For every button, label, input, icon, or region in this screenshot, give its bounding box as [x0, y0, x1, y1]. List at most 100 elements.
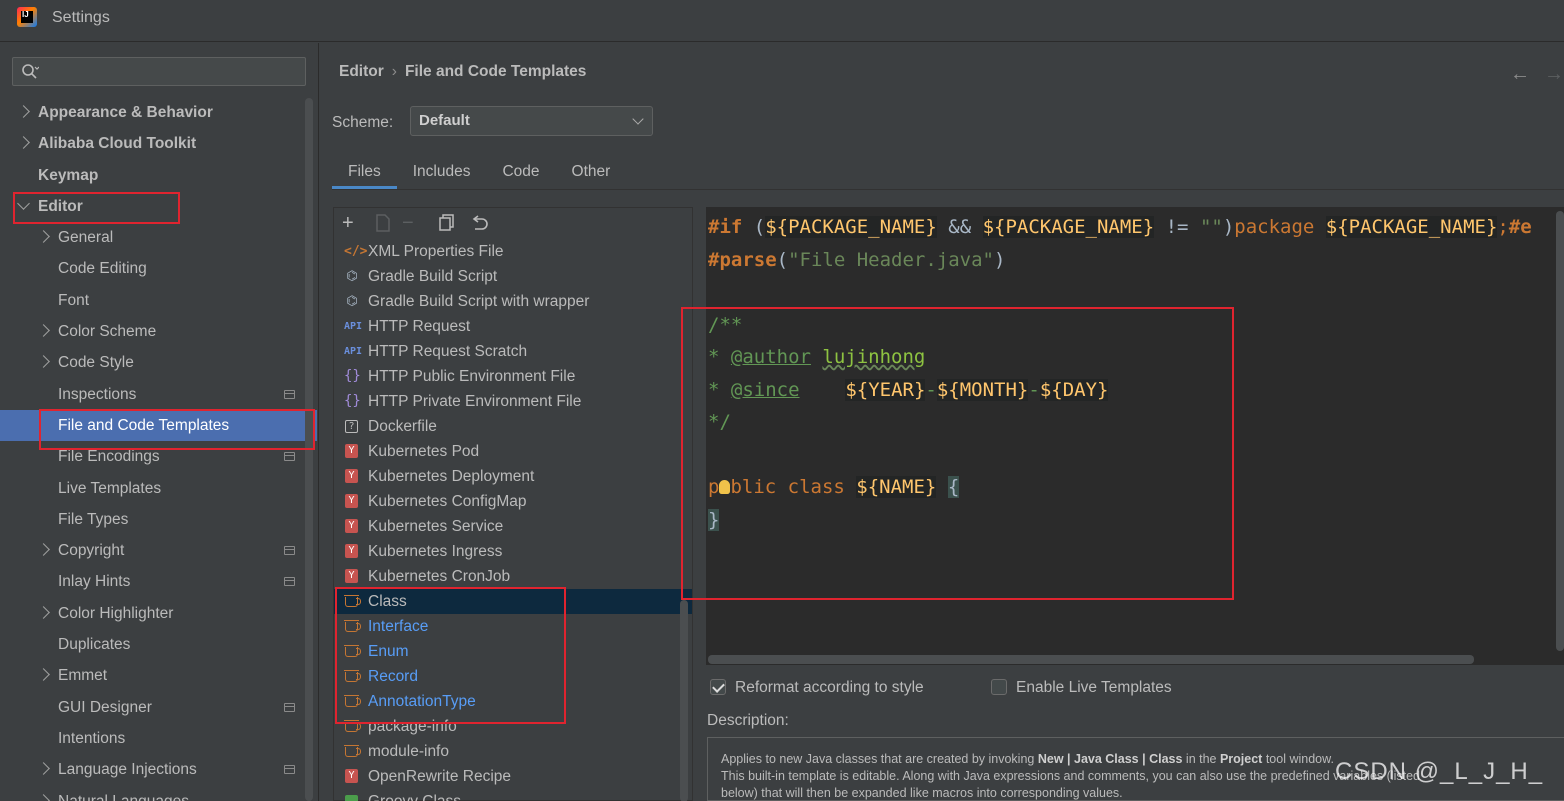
sidebar-item-font[interactable]: Font [0, 285, 317, 316]
sidebar-item-label: File Encodings [58, 448, 160, 466]
sidebar-item-appearance-behavior[interactable]: Appearance & Behavior [0, 97, 317, 128]
sidebar-item-editor[interactable]: Editor [0, 191, 317, 222]
sidebar-item-file-encodings[interactable]: File Encodings [0, 441, 317, 472]
sidebar-item-emmet[interactable]: Emmet [0, 660, 317, 691]
chevron-right-icon[interactable] [37, 230, 50, 244]
list-scrollbar[interactable] [680, 600, 688, 801]
java-icon [344, 644, 361, 659]
reformat-option[interactable]: Reformat according to style [710, 679, 924, 697]
template-item[interactable]: Groovy Class [334, 789, 692, 801]
template-item[interactable]: API HTTP Request [334, 314, 692, 339]
editor-vertical-scrollbar[interactable] [1556, 211, 1564, 651]
description-line-3: below) that will then be expanded like m… [721, 786, 1123, 800]
sidebar-item-inlay-hints[interactable]: Inlay Hints [0, 566, 317, 597]
template-item[interactable]: {} HTTP Public Environment File [334, 364, 692, 389]
template-item[interactable]: module-info [334, 739, 692, 764]
scheme-dropdown[interactable]: Default [410, 106, 653, 136]
forward-arrow-icon[interactable]: → [1544, 63, 1564, 85]
project-scope-icon [284, 702, 295, 712]
breadcrumb-parent[interactable]: Editor [339, 63, 384, 80]
tab-other[interactable]: Other [556, 157, 627, 189]
add-icon[interactable]: + [342, 213, 354, 233]
sidebar-item-label: Inspections [58, 385, 137, 403]
sidebar-item-live-templates[interactable]: Live Templates [0, 473, 317, 504]
chevron-right-icon[interactable] [37, 793, 50, 801]
template-item[interactable]: API HTTP Request Scratch [334, 339, 692, 364]
template-item[interactable]: {} HTTP Private Environment File [334, 389, 692, 414]
template-item[interactable]: Y OpenRewrite Recipe [334, 764, 692, 789]
chevron-right-icon[interactable] [37, 355, 50, 369]
template-item-label: Gradle Build Script with wrapper [368, 293, 590, 310]
template-item[interactable]: ? Dockerfile [334, 414, 692, 439]
template-item[interactable]: ⌬ Gradle Build Script [334, 264, 692, 289]
reformat-checkbox[interactable] [710, 679, 726, 695]
sidebar-item-code-style[interactable]: Code Style [0, 347, 317, 378]
template-item[interactable]: Enum [334, 639, 692, 664]
template-list: </> XML Properties File ⌬ Gradle Build Scri… [334, 239, 692, 801]
reset-icon[interactable] [470, 213, 488, 237]
add-child-icon[interactable] [374, 213, 392, 237]
kubernetes-icon: Y [345, 469, 358, 483]
breadcrumb-separator: › [391, 63, 397, 80]
editor-horizontal-scrollbar[interactable] [708, 655, 1474, 664]
template-editor[interactable]: #if (${PACKAGE_NAME} && ${PACKAGE_NAME} … [706, 207, 1564, 665]
sidebar-item-gui-designer[interactable]: GUI Designer [0, 692, 317, 723]
template-item[interactable]: Interface [334, 614, 692, 639]
sidebar-item-language-injections[interactable]: Language Injections [0, 754, 317, 785]
sidebar-scrollbar[interactable] [305, 98, 313, 801]
template-item[interactable]: Y Kubernetes Service [334, 514, 692, 539]
chevron-right-icon[interactable] [37, 605, 50, 619]
sidebar-item-intentions[interactable]: Intentions [0, 723, 317, 754]
template-item[interactable]: Record [334, 664, 692, 689]
copy-icon[interactable] [438, 213, 456, 237]
chevron-right-icon[interactable] [17, 105, 30, 118]
watermark: CSDN @_L_J_H_ [1335, 758, 1544, 785]
remove-icon[interactable]: − [402, 213, 414, 233]
sidebar-item-color-scheme[interactable]: Color Scheme [0, 316, 317, 347]
sidebar-item-alibaba-cloud-toolkit[interactable]: Alibaba Cloud Toolkit [0, 128, 317, 159]
back-arrow-icon[interactable]: ← [1510, 63, 1530, 85]
sidebar-item-inspections[interactable]: Inspections [0, 379, 317, 410]
template-item[interactable]: Class [334, 589, 692, 614]
template-item[interactable]: Y Kubernetes Deployment [334, 464, 692, 489]
chevron-right-icon[interactable] [17, 136, 30, 150]
chevron-down-icon[interactable] [17, 197, 30, 210]
chevron-right-icon[interactable] [37, 543, 50, 557]
chevron-right-icon[interactable] [37, 668, 50, 682]
template-tabs: Files Includes Code Other [332, 157, 626, 189]
sidebar-item-label: Color Highlighter [58, 604, 174, 622]
chevron-right-icon[interactable] [37, 762, 50, 776]
lightbulb-icon[interactable] [719, 480, 731, 494]
template-item[interactable]: </> XML Properties File [334, 239, 692, 264]
template-code[interactable]: #if (${PACKAGE_NAME} && ${PACKAGE_NAME} … [708, 211, 1532, 536]
dockerfile-icon: ? [345, 420, 358, 433]
sidebar-item-keymap[interactable]: Keymap [0, 160, 317, 191]
live-templates-option[interactable]: Enable Live Templates [991, 679, 1172, 697]
sidebar-item-copyright[interactable]: Copyright [0, 535, 317, 566]
sidebar-item-general[interactable]: General [0, 222, 317, 253]
settings-sidebar: Appearance & Behavior Alibaba Cloud Toolk… [0, 43, 317, 801]
sidebar-item-color-highlighter[interactable]: Color Highlighter [0, 598, 317, 629]
sidebar-item-file-and-code-templates[interactable]: File and Code Templates [0, 409, 317, 442]
chevron-right-icon[interactable] [37, 324, 50, 337]
sidebar-item-natural-languages[interactable]: Natural Languages [0, 786, 317, 801]
chevron-down-icon [632, 113, 644, 125]
kubernetes-icon: Y [345, 444, 358, 458]
template-item[interactable]: Y Kubernetes CronJob [334, 564, 692, 589]
tab-includes[interactable]: Includes [397, 157, 487, 189]
tab-files[interactable]: Files [332, 157, 397, 189]
template-item[interactable]: Y Kubernetes Pod [334, 439, 692, 464]
sidebar-item-duplicates[interactable]: Duplicates [0, 629, 317, 660]
template-item[interactable]: Y Kubernetes Ingress [334, 539, 692, 564]
tab-code[interactable]: Code [486, 157, 555, 189]
live-templates-checkbox[interactable] [991, 679, 1007, 695]
sidebar-item-file-types[interactable]: File Types [0, 504, 317, 535]
template-item[interactable]: Y Kubernetes ConfigMap [334, 489, 692, 514]
settings-search-input[interactable] [12, 57, 306, 86]
template-item[interactable]: ⌬ Gradle Build Script with wrapper [334, 289, 692, 314]
template-item[interactable]: AnnotationType [334, 689, 692, 714]
template-item[interactable]: package-info [334, 714, 692, 739]
template-item-label: Groovy Class [368, 793, 461, 801]
breadcrumb-current: File and Code Templates [404, 63, 587, 80]
sidebar-item-code-editing[interactable]: Code Editing [0, 253, 317, 284]
